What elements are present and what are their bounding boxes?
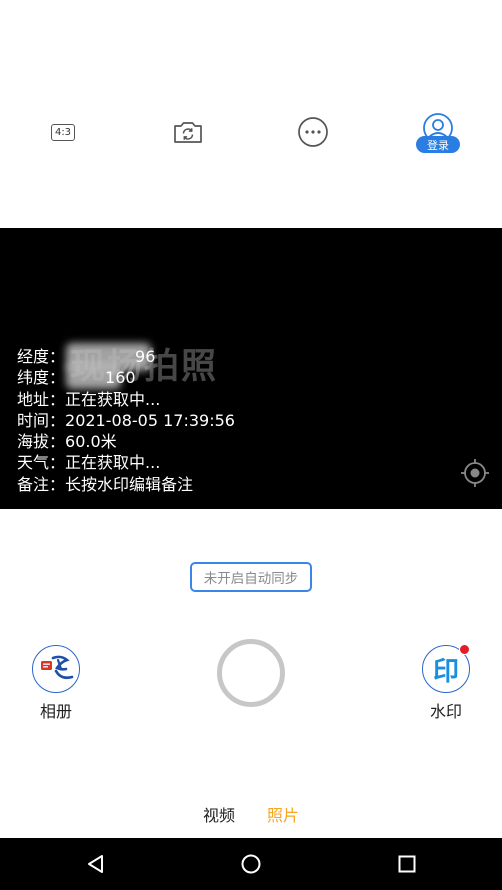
system-nav-bar <box>0 838 502 890</box>
altitude-row: 海拔：60.0米 <box>17 432 117 452</box>
mode-photo-tab[interactable]: 照片 <box>267 802 299 826</box>
watermark-label: 水印 <box>429 702 462 721</box>
note-row: 备注：长按水印编辑备注 <box>17 474 194 494</box>
watermark-icon: 印 <box>432 656 459 687</box>
more-icon <box>298 117 328 147</box>
aspect-ratio-button[interactable]: 4:3 <box>43 112 83 152</box>
recents-square-icon <box>398 855 416 873</box>
album-label: 相册 <box>39 702 72 721</box>
camera-switch-icon <box>174 122 202 143</box>
mode-video-tab[interactable]: 视频 <box>203 802 235 826</box>
latitude-row: 纬度： 160 <box>17 368 136 388</box>
album-button[interactable] <box>32 645 80 693</box>
home-circle-icon <box>241 854 261 874</box>
crosshair-icon <box>461 459 489 487</box>
recents-button[interactable] <box>377 838 437 890</box>
watermark-info[interactable]: 经度： 96 纬度： 160 地址：正在获取中... 时间：2021-08-05 1… <box>17 346 235 495</box>
ratio-icon: 4:3 <box>51 123 75 141</box>
album-icon <box>41 655 74 680</box>
locate-button[interactable] <box>460 458 490 488</box>
login-badge[interactable]: 登录 <box>416 136 460 153</box>
notification-dot <box>459 644 470 655</box>
switch-camera-button[interactable] <box>168 112 208 152</box>
time-row: 时间：2021-08-05 17:39:56 <box>17 410 235 430</box>
back-triangle-icon <box>88 855 103 873</box>
shutter-button[interactable] <box>217 639 285 707</box>
camera-preview[interactable]: 现场拍照 经度：96 纬度：160 地址：正在获取中... 时间：2021-08… <box>0 228 502 509</box>
address-row: 地址：正在获取中... <box>17 389 161 409</box>
home-button[interactable] <box>221 838 281 890</box>
longitude-row: 经度： 96 <box>17 347 156 366</box>
top-toolbar: 4:3 登录 <box>0 0 502 228</box>
back-button[interactable] <box>66 838 126 890</box>
auto-sync-button[interactable]: 未开启自动同步 <box>190 562 312 592</box>
weather-row: 天气：正在获取中... <box>17 453 161 473</box>
more-button[interactable] <box>293 112 333 152</box>
